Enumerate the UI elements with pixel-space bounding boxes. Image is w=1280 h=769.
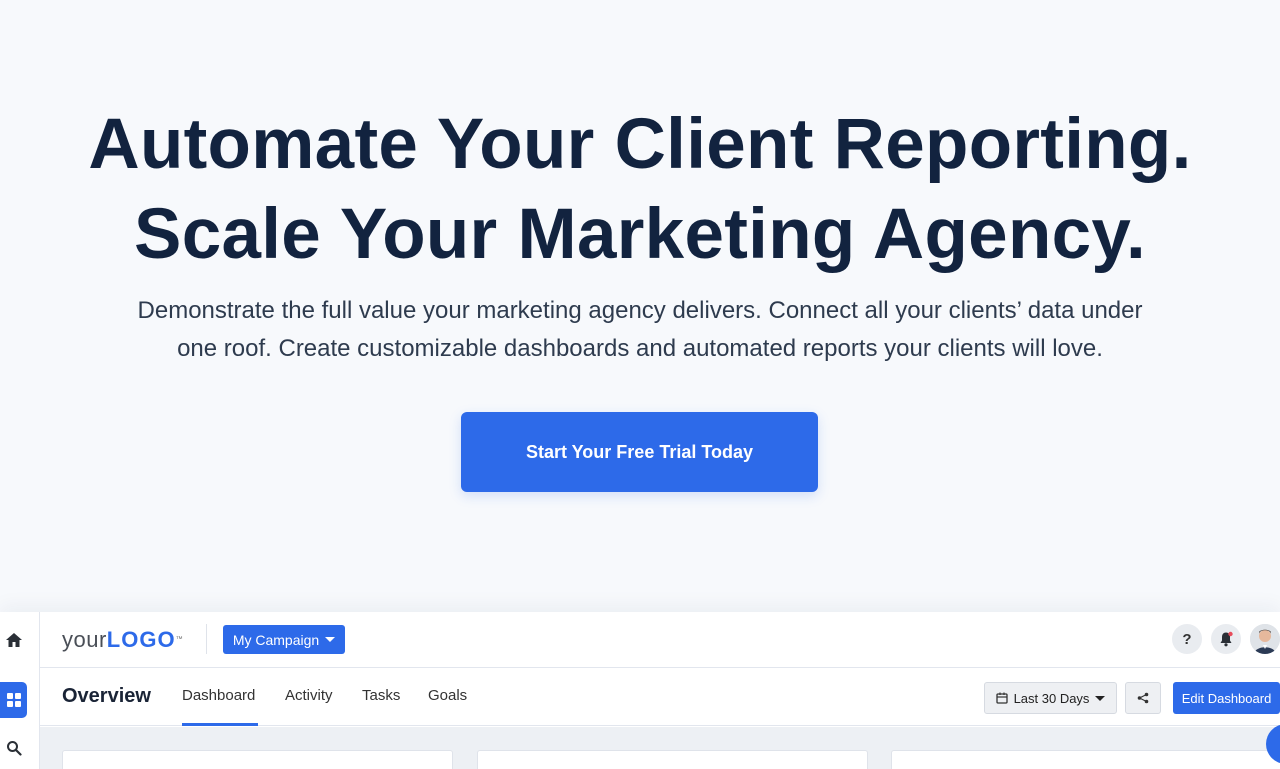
notifications-button[interactable] [1211, 624, 1241, 654]
dashboard-widget[interactable] [477, 750, 868, 769]
app-preview: yourLOGO™ My Campaign ? Overview Dashboa… [0, 612, 1280, 769]
bell-icon [1220, 631, 1233, 647]
app-topbar: yourLOGO™ My Campaign ? [40, 612, 1280, 668]
logo-brand: LOGO [106, 627, 176, 652]
hero-subtitle-line-2: one roof. Create customizable dashboards… [177, 335, 1103, 362]
logo-prefix: your [62, 627, 107, 652]
hero-section: Automate Your Client Reporting. Scale Yo… [0, 0, 1280, 612]
campaign-dropdown[interactable]: My Campaign [223, 625, 345, 654]
home-icon [5, 633, 22, 647]
user-avatar-icon [1250, 624, 1280, 654]
active-tab-indicator [182, 723, 258, 726]
sidebar-item-home[interactable] [0, 622, 27, 658]
sidebar-item-dashboards[interactable] [0, 682, 27, 718]
help-button[interactable]: ? [1172, 624, 1202, 654]
share-icon [1137, 692, 1149, 704]
logo-trademark: ™ [175, 636, 184, 643]
dashboard-content [40, 727, 1280, 769]
edit-dashboard-button[interactable]: Edit Dashboard [1173, 682, 1280, 714]
dashboard-subbar: Overview Dashboard Activity Tasks Goals … [40, 669, 1280, 726]
topbar-divider [206, 624, 207, 654]
grid-icon [6, 693, 21, 707]
tab-tasks[interactable]: Tasks [362, 686, 400, 706]
sidebar-item-search[interactable] [0, 730, 27, 766]
dashboard-widget[interactable] [62, 750, 453, 769]
tab-activity[interactable]: Activity [285, 686, 333, 706]
hero-subtitle: Demonstrate the full value your marketin… [100, 292, 1180, 368]
dashboard-widget[interactable] [891, 750, 1280, 769]
hero-title-line-1: Automate Your Client Reporting. [88, 105, 1192, 184]
help-icon: ? [1182, 630, 1192, 648]
app-sidebar [0, 612, 40, 769]
app-logo: yourLOGO™ [62, 626, 183, 654]
campaign-label: My Campaign [232, 631, 320, 648]
page-title: Overview [62, 685, 151, 707]
tab-goals[interactable]: Goals [428, 686, 467, 706]
chevron-down-icon [325, 637, 336, 642]
hero-title-line-2: Scale Your Marketing Agency. [134, 195, 1146, 274]
chevron-down-icon [1095, 695, 1106, 701]
search-icon [6, 741, 22, 756]
user-avatar[interactable] [1250, 624, 1280, 654]
calendar-icon [995, 692, 1008, 704]
date-range-label: Last 30 Days [1013, 690, 1090, 706]
share-button[interactable] [1125, 682, 1161, 714]
hero-title: Automate Your Client Reporting. Scale Yo… [0, 100, 1280, 280]
tab-dashboard[interactable]: Dashboard [182, 686, 255, 706]
start-free-trial-button[interactable]: Start Your Free Trial Today [461, 412, 818, 492]
hero-subtitle-line-1: Demonstrate the full value your marketin… [137, 297, 1143, 324]
date-range-dropdown[interactable]: Last 30 Days [984, 682, 1117, 714]
